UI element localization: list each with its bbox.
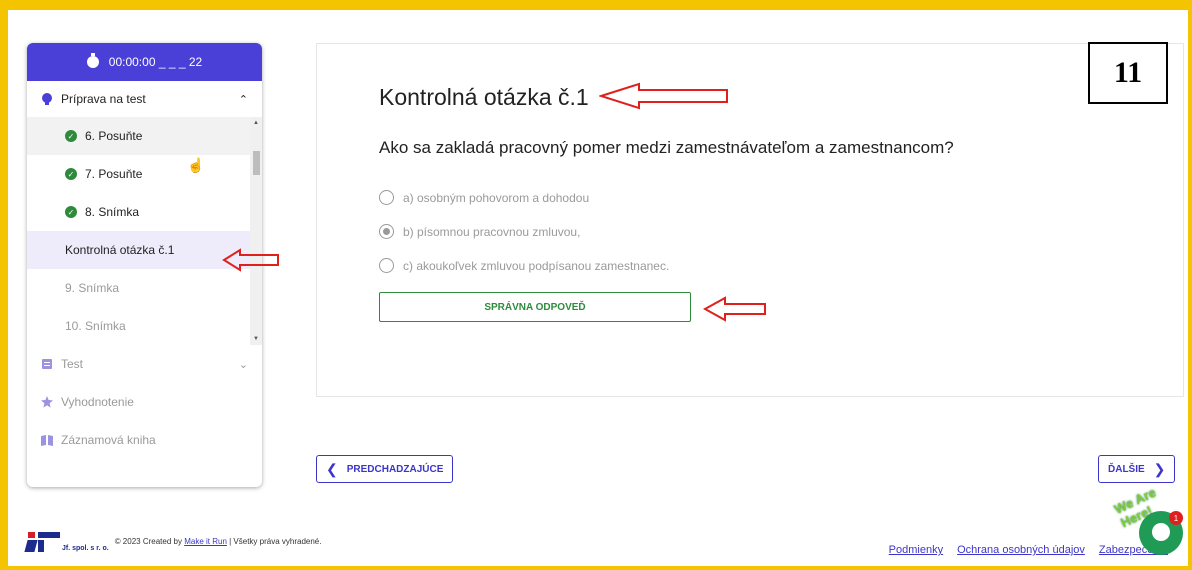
annotation-arrow-icon	[703, 296, 766, 322]
annotation-arrow-icon	[599, 82, 728, 110]
section-test-label: Test	[61, 357, 84, 371]
rights-text: | Všetky práva vyhradené.	[229, 536, 322, 546]
scroll-up-icon[interactable]: ▲	[253, 120, 259, 126]
list-item-label: 6. Posuňte	[85, 129, 143, 143]
step-number-badge: 11	[1088, 42, 1168, 104]
list-item-label: 8. Snímka	[85, 205, 140, 219]
check-icon: ✓	[65, 168, 77, 180]
chevron-left-icon: ❮	[326, 460, 338, 477]
next-label: ĎALŠIE	[1108, 463, 1145, 475]
chevron-up-icon[interactable]: ⌃	[239, 93, 248, 106]
list-item-label: 9. Snímka	[65, 281, 120, 295]
section-eval-label: Vyhodnotenie	[61, 395, 134, 409]
privacy-link[interactable]: Ochrana osobných údajov	[957, 544, 1085, 556]
section-log-header[interactable]: Záznamová kniha	[27, 421, 262, 459]
section-prep-label: Príprava na test	[61, 92, 146, 106]
list-item[interactable]: 9. Snímka	[27, 269, 262, 307]
stopwatch-icon	[86, 53, 99, 68]
answer-option[interactable]: c) akoukoľvek zmluvou podpísanou zamestn…	[379, 258, 669, 273]
section-log-label: Záznamová kniha	[61, 433, 156, 447]
make-it-run-link[interactable]: Make it Run	[184, 537, 227, 546]
question-card: Kontrolná otázka č.1 Ako sa zakladá prac…	[316, 43, 1184, 397]
chevron-right-icon: ❯	[1153, 460, 1166, 477]
radio-button[interactable]	[379, 190, 394, 205]
radio-button[interactable]	[379, 258, 394, 273]
list-item-label: 10. Snímka	[65, 319, 126, 333]
list-item[interactable]: ✓ 8. Snímka	[27, 193, 262, 231]
scroll-down-icon[interactable]: ▼	[253, 336, 259, 342]
footer: Jf. spol. s r. o. © 2023 Created by Make…	[24, 530, 322, 552]
timer-value: 00:00:00 _ _ _ 22	[108, 55, 203, 69]
previous-button[interactable]: ❮ PREDCHADZAJÚCE	[316, 455, 454, 483]
option-label: b) písomnou pracovnou zmluvou,	[403, 224, 581, 239]
notification-badge: 1	[1169, 511, 1183, 525]
lesson-list[interactable]: ✓ 6. Posuňte ✓ 7. Posuňte ✓ 8. Snímka Ko…	[27, 117, 262, 345]
book-icon	[41, 435, 53, 446]
section-prep-header[interactable]: Príprava na test ⌃	[27, 81, 262, 117]
list-item[interactable]: 10. Snímka	[27, 307, 262, 345]
star-icon	[41, 396, 53, 408]
previous-label: PREDCHADZAJÚCE	[346, 463, 444, 475]
list-item-label: 7. Posuňte	[85, 167, 143, 181]
chevron-down-icon[interactable]: ⌄	[239, 358, 248, 371]
question-title: Kontrolná otázka č.1	[379, 84, 589, 110]
chat-widget[interactable]: We Are Here! 1	[1111, 483, 1185, 563]
radio-button-selected[interactable]	[379, 224, 394, 239]
check-icon: ✓	[65, 206, 77, 218]
section-test-header[interactable]: Test ⌄	[27, 345, 262, 383]
annotation-arrow-icon	[222, 248, 279, 272]
copyright-text: © 2023 Created by	[114, 536, 182, 546]
list-item[interactable]: ✓ 7. Posuňte	[27, 155, 262, 193]
company-logo: Jf. spol. s r. o.	[24, 530, 109, 552]
list-scrollbar[interactable]: ▲ ▼	[250, 117, 262, 345]
show-answer-button[interactable]: SPRÁVNA ODPOVEĎ	[379, 292, 691, 322]
document-icon	[42, 359, 52, 369]
check-icon: ✓	[65, 130, 77, 142]
lightbulb-icon	[42, 93, 52, 105]
section-eval-header[interactable]: Vyhodnotenie	[27, 383, 262, 421]
list-item-label: Kontrolná otázka č.1	[65, 243, 175, 257]
hand-cursor-icon: ☝	[187, 157, 205, 173]
question-text: Ako sa zakladá pracovný pomer medzi zame…	[379, 138, 954, 157]
option-label: c) akoukoľvek zmluvou podpísanou zamestn…	[403, 258, 670, 273]
company-name: Jf. spol. s r. o.	[62, 545, 109, 552]
timer-bar: 00:00:00 _ _ _ 22	[27, 43, 262, 81]
scrollbar-thumb[interactable]	[253, 151, 260, 175]
answer-option[interactable]: a) osobným pohovorom a dohodou	[379, 190, 589, 205]
terms-link[interactable]: Podmienky	[889, 544, 943, 556]
page-frame: 00:00:00 _ _ _ 22 Príprava na test ⌃ ✓ 6…	[8, 10, 1188, 566]
answer-option[interactable]: b) písomnou pracovnou zmluvou,	[379, 224, 580, 239]
option-label: a) osobným pohovorom a dohodou	[403, 190, 590, 205]
list-item[interactable]: ✓ 6. Posuňte	[27, 117, 262, 155]
